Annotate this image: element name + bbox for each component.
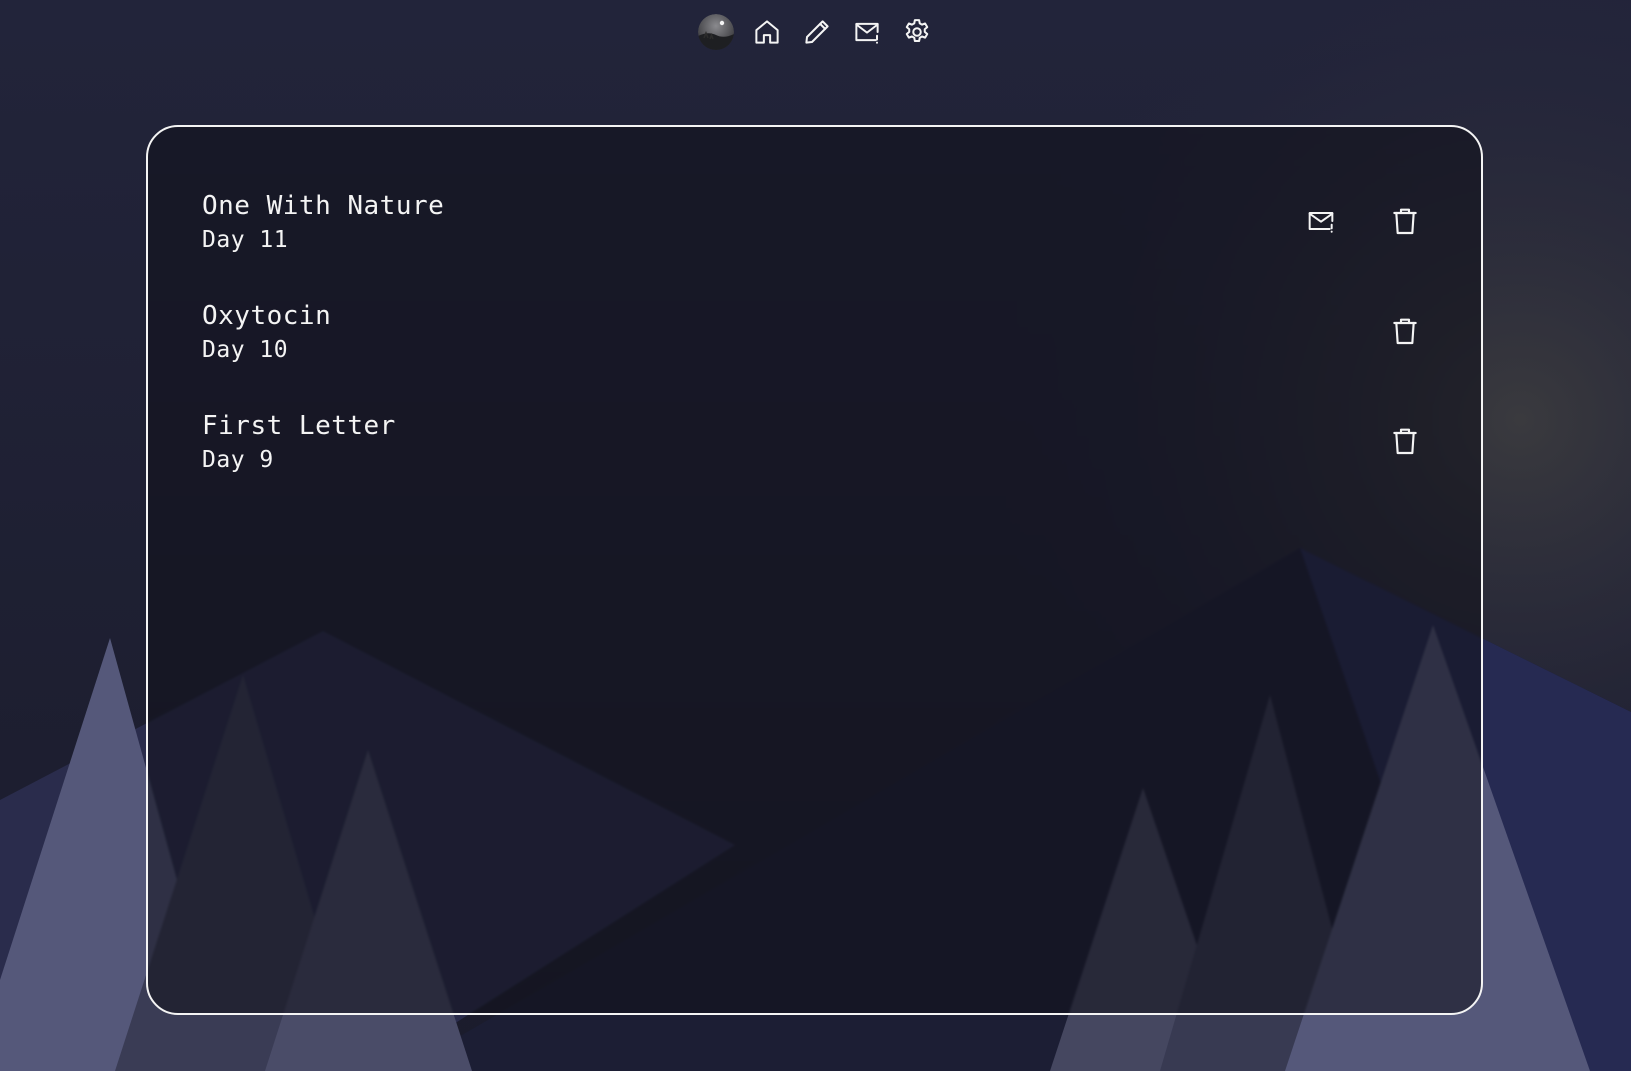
avatar-landscape-icon bbox=[697, 14, 734, 50]
settings-button[interactable] bbox=[900, 15, 934, 49]
app-root: One With Nature Day 11 Oxytocin Day 10 F… bbox=[0, 0, 1631, 1071]
entry-title: First Letter bbox=[202, 411, 396, 441]
entry-actions bbox=[1259, 199, 1427, 243]
entry-actions bbox=[1343, 309, 1427, 353]
entry-title: Oxytocin bbox=[202, 301, 332, 331]
trash-icon bbox=[1393, 428, 1417, 455]
top-navigation bbox=[0, 12, 1631, 52]
list-item[interactable]: Oxytocin Day 10 bbox=[202, 299, 1427, 409]
trash-icon bbox=[1393, 318, 1417, 345]
delete-button[interactable] bbox=[1383, 199, 1427, 243]
gear-icon bbox=[905, 19, 928, 42]
mail-alert-icon bbox=[854, 22, 879, 44]
open-letter-button[interactable] bbox=[1299, 199, 1343, 243]
letter-list: One With Nature Day 11 Oxytocin Day 10 F… bbox=[202, 189, 1427, 519]
entry-day: Day 10 bbox=[202, 337, 289, 363]
entry-actions bbox=[1343, 419, 1427, 463]
write-button[interactable] bbox=[800, 15, 834, 49]
list-item[interactable]: First Letter Day 9 bbox=[202, 409, 1427, 519]
home-button[interactable] bbox=[750, 15, 784, 49]
home-icon bbox=[754, 20, 779, 44]
mail-button[interactable] bbox=[850, 15, 884, 49]
trash-icon bbox=[1393, 208, 1417, 235]
entry-title: One With Nature bbox=[202, 191, 445, 221]
pencil-icon bbox=[804, 20, 829, 44]
entry-day: Day 9 bbox=[202, 447, 274, 473]
avatar[interactable] bbox=[697, 14, 734, 50]
letters-panel: One With Nature Day 11 Oxytocin Day 10 F… bbox=[146, 125, 1483, 1015]
entry-day: Day 11 bbox=[202, 227, 289, 253]
delete-button[interactable] bbox=[1383, 419, 1427, 463]
delete-button[interactable] bbox=[1383, 309, 1427, 353]
list-item[interactable]: One With Nature Day 11 bbox=[202, 189, 1427, 299]
mail-alert-icon bbox=[1308, 212, 1334, 233]
